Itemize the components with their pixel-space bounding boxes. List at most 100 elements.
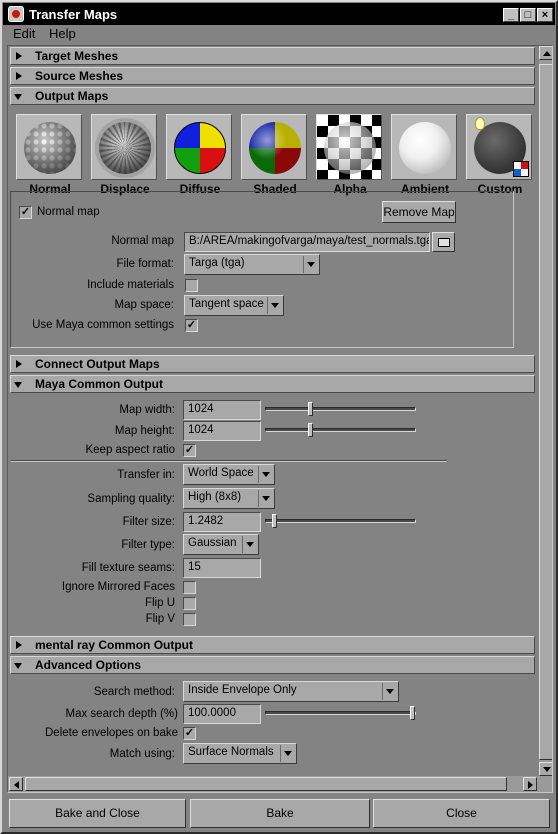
map-tile-alpha[interactable]: Alpha (316, 114, 384, 202)
expanded-arrow-icon (14, 94, 22, 100)
map-tile-normal[interactable]: Normal (16, 114, 84, 202)
scroll-up-button[interactable] (539, 46, 552, 60)
map-width-slider[interactable] (265, 402, 416, 416)
expanded-arrow-icon (14, 663, 22, 669)
scroll-down-button[interactable] (539, 762, 552, 776)
horizontal-scrollbar[interactable] (8, 776, 552, 792)
close-window-button[interactable]: × (537, 8, 553, 22)
use-maya-common-label: Use Maya common settings (32, 319, 174, 331)
map-space-dropdown[interactable]: Tangent space (184, 295, 284, 316)
keep-aspect-label: Keep aspect ratio (85, 444, 175, 456)
ignore-mirrored-label: Ignore Mirrored Faces (61, 581, 175, 593)
flip-u-checkbox[interactable] (183, 597, 196, 610)
section-maya-common-output[interactable]: Maya Common Output (10, 375, 535, 393)
flip-v-label: Flip V (145, 613, 175, 625)
map-tile-ambient[interactable]: Ambient (391, 114, 459, 202)
alpha-map-icon (316, 114, 382, 180)
slider-thumb[interactable] (308, 402, 313, 416)
menu-help[interactable]: Help (49, 26, 76, 41)
map-space-value: Tangent space (189, 298, 264, 310)
include-materials-checkbox[interactable] (185, 279, 198, 292)
sampling-quality-dropdown[interactable]: High (8x8) (183, 488, 275, 509)
section-target-meshes[interactable]: Target Meshes (10, 47, 535, 65)
collapsed-arrow-icon (16, 52, 22, 60)
scroll-left-button[interactable] (9, 777, 23, 791)
section-mental-ray-common-output[interactable]: mental ray Common Output (10, 636, 535, 654)
menu-edit[interactable]: Edit (13, 26, 35, 41)
slider-thumb[interactable] (410, 706, 415, 720)
hscroll-thumb[interactable] (25, 777, 507, 791)
match-using-dropdown[interactable]: Surface Normals (183, 743, 297, 764)
file-format-label: File format: (116, 258, 174, 270)
close-button[interactable]: Close (373, 799, 550, 828)
use-maya-common-checkbox[interactable]: ✓ (185, 319, 198, 332)
sampling-quality-label: Sampling quality: (87, 493, 175, 505)
ignore-mirrored-checkbox[interactable] (183, 581, 196, 594)
slider-thumb[interactable] (272, 514, 277, 528)
max-search-depth-label: Max search depth (%) (65, 708, 179, 720)
shaded-map-icon (241, 114, 307, 180)
minimize-button[interactable]: _ (503, 8, 519, 22)
collapsed-arrow-icon (16, 72, 22, 80)
section-title: Output Maps (35, 89, 109, 103)
bake-button[interactable]: Bake (190, 799, 370, 828)
title-bar: Transfer Maps _ □ × (3, 3, 555, 25)
section-connect-output-maps[interactable]: Connect Output Maps (10, 355, 535, 373)
keep-aspect-checkbox[interactable]: ✓ (183, 444, 196, 457)
window-title: Transfer Maps (29, 7, 118, 22)
normal-map-checkbox[interactable]: ✓ (19, 206, 32, 219)
expanded-arrow-icon (14, 382, 22, 388)
vertical-scrollbar[interactable] (539, 46, 552, 776)
normal-map-checkbox-label: Normal map (37, 206, 100, 218)
search-method-value: Inside Envelope Only (188, 684, 297, 696)
section-title: Advanced Options (35, 658, 142, 672)
section-title: Connect Output Maps (35, 357, 160, 371)
map-width-label: Map width: (119, 404, 175, 416)
filter-size-field[interactable]: 1.2482 (183, 512, 261, 532)
flip-v-checkbox[interactable] (183, 613, 196, 626)
max-search-depth-slider[interactable] (265, 706, 416, 720)
fill-seams-field[interactable]: 15 (183, 558, 261, 578)
bake-and-close-button[interactable]: Bake and Close (9, 799, 186, 828)
map-width-field[interactable]: 1024 (183, 400, 261, 420)
section-source-meshes[interactable]: Source Meshes (10, 67, 535, 85)
transfer-in-label: Transfer in: (117, 469, 175, 481)
map-tile-shaded[interactable]: Shaded (241, 114, 309, 202)
flip-u-label: Flip U (144, 597, 175, 609)
normal-map-path-label: Normal map (111, 235, 174, 247)
maya-app-icon (8, 6, 24, 22)
max-search-depth-field[interactable]: 100.0000 (183, 704, 261, 724)
chevron-down-icon (303, 256, 318, 273)
slider-thumb[interactable] (308, 423, 313, 437)
chevron-down-icon (267, 297, 282, 314)
delete-envelopes-checkbox[interactable]: ✓ (183, 727, 196, 740)
section-advanced-options[interactable]: Advanced Options (10, 656, 535, 674)
transfer-in-dropdown[interactable]: World Space (183, 464, 275, 485)
section-title: Source Meshes (35, 69, 124, 83)
scroll-right-button[interactable] (523, 777, 537, 791)
section-title: mental ray Common Output (35, 638, 194, 652)
filter-size-slider[interactable] (265, 514, 416, 528)
chevron-down-icon (258, 490, 273, 507)
filter-type-dropdown[interactable]: Gaussian (183, 534, 259, 555)
maximize-button[interactable]: □ (520, 8, 536, 22)
fill-seams-label: Fill texture seams: (81, 562, 175, 574)
remove-map-button[interactable]: Remove Map (382, 201, 456, 223)
map-tile-custom[interactable]: Custom (466, 114, 534, 202)
search-method-dropdown[interactable]: Inside Envelope Only (183, 681, 399, 702)
collapsed-arrow-icon (16, 360, 22, 368)
map-height-field[interactable]: 1024 (183, 421, 261, 441)
section-output-maps[interactable]: Output Maps (10, 87, 535, 105)
map-height-slider[interactable] (265, 423, 416, 437)
scroll-thumb[interactable] (539, 64, 552, 760)
menu-bar: Edit Help (3, 25, 555, 43)
chevron-down-icon (242, 536, 257, 553)
search-method-label: Search method: (93, 686, 175, 698)
collapsed-arrow-icon (16, 641, 22, 649)
folder-icon (438, 238, 450, 247)
map-tile-diffuse[interactable]: Diffuse (166, 114, 234, 202)
map-tile-displace[interactable]: Displace (91, 114, 159, 202)
normal-map-path-field[interactable]: B:/AREA/makingofvarga/maya/test_normals.… (184, 232, 430, 252)
browse-folder-button[interactable] (432, 232, 455, 252)
file-format-dropdown[interactable]: Targa (tga) (184, 254, 320, 275)
